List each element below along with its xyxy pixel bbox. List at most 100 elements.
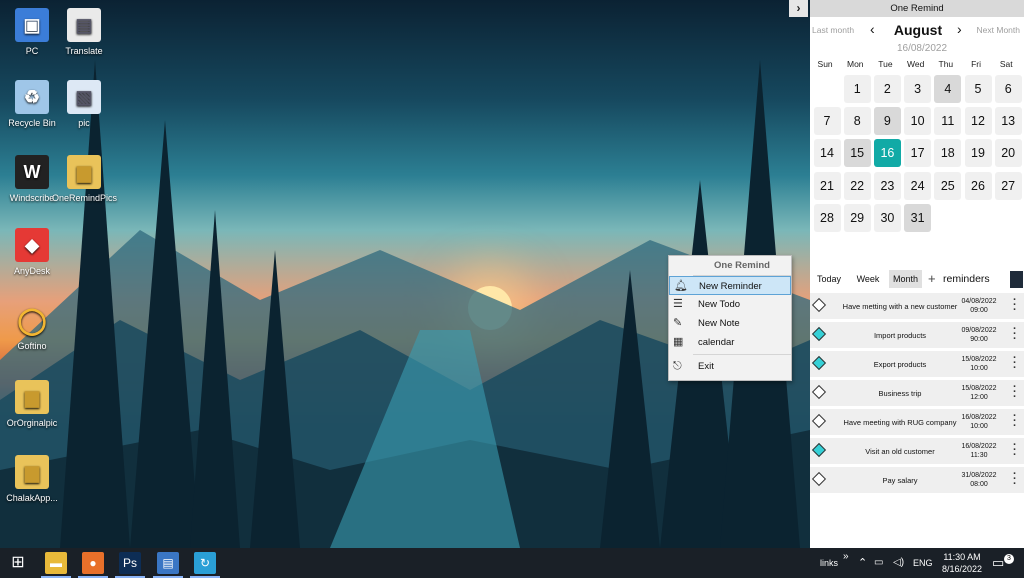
desktop-icon[interactable]: ◯ Goftino: [0, 303, 64, 352]
weekday-label: Wed: [906, 59, 925, 69]
reminder-item[interactable]: Pay salary 31/08/2022 08:00 · · ·: [810, 467, 1024, 493]
file-explorer-icon[interactable]: ▬: [41, 552, 71, 578]
add-reminder-icon[interactable]: +: [928, 270, 936, 287]
calendar-day[interactable]: 4: [934, 75, 962, 103]
more-options-icon[interactable]: · · ·: [1013, 440, 1017, 461]
firefox-icon[interactable]: ●: [78, 552, 108, 578]
view-tabs: Today Week Month + reminders: [810, 270, 1024, 288]
calendar-day[interactable]: 8: [843, 107, 871, 136]
language-indicator[interactable]: ENG: [913, 548, 933, 578]
diamond-checked-icon[interactable]: [811, 355, 827, 371]
reminder-time: 11:30: [970, 452, 988, 459]
reminder-title: Have meeting with RUG company: [843, 417, 957, 427]
desktop-icon[interactable]: ▆ OneRemindPics: [52, 155, 117, 204]
oneremind-icon[interactable]: ↻: [190, 552, 220, 578]
weekday-label: Sat: [999, 59, 1013, 69]
reminder-item[interactable]: Have metting with a new customer 04/08/20…: [810, 293, 1024, 319]
calendar-day[interactable]: 31: [904, 203, 932, 232]
calendar-day[interactable]: 2: [873, 75, 901, 103]
next-month-arrow-icon[interactable]: ›: [957, 21, 962, 37]
reminder-item[interactable]: Visit an old customer 16/08/2022 11:30 · · ·: [810, 438, 1024, 464]
panel-collapse-button[interactable]: ›: [789, 0, 808, 17]
diamond-icon[interactable]: [811, 471, 827, 487]
calendar-day[interactable]: 28: [813, 203, 841, 232]
calendar-day[interactable]: 18: [934, 139, 962, 168]
diamond-checked-icon[interactable]: [811, 326, 827, 342]
reminder-date: 16/08/2022: [961, 414, 997, 421]
menu-item-new-todo[interactable]: ☰ New Todo: [669, 295, 791, 314]
menu-item-new-reminder[interactable]: 🔔︎ New Reminder: [669, 276, 791, 295]
links-chevron-icon[interactable]: »: [843, 542, 849, 572]
calendar-day[interactable]: 12: [964, 107, 992, 136]
calendar-day[interactable]: 13: [994, 107, 1022, 136]
reminder-item[interactable]: Export products 15/08/2022 10:00 · · ·: [810, 351, 1024, 377]
diamond-checked-icon[interactable]: [811, 442, 827, 458]
calendar-day[interactable]: 29: [843, 203, 871, 232]
calendar-day[interactable]: 6: [994, 75, 1022, 103]
calendar-day[interactable]: 25: [934, 171, 962, 200]
diamond-icon[interactable]: [811, 297, 827, 313]
calendar-day[interactable]: 10: [904, 107, 932, 136]
desktop-icon[interactable]: ▧ pic: [52, 80, 116, 129]
reminder-item[interactable]: Have meeting with RUG company 16/08/2022 1…: [810, 409, 1024, 435]
notification-count-badge: 3: [1004, 554, 1014, 564]
calendar-day[interactable]: 3: [904, 75, 932, 103]
calendar-icon: ▦: [673, 336, 684, 348]
calendar-day[interactable]: 21: [813, 171, 841, 200]
desktop-icon[interactable]: ◆ AnyDesk: [0, 228, 64, 277]
diamond-icon[interactable]: [811, 384, 827, 400]
calendar-day[interactable]: 22: [843, 171, 871, 200]
volume-icon[interactable]: ◁): [893, 548, 904, 578]
more-options-icon[interactable]: · · ·: [1013, 295, 1017, 316]
more-options-icon[interactable]: · · ·: [1013, 411, 1017, 432]
text-editor-icon[interactable]: ▤: [153, 552, 183, 578]
more-options-icon[interactable]: · · ·: [1013, 353, 1017, 374]
calendar-day[interactable]: 30: [873, 203, 901, 232]
tab-today[interactable]: Today: [814, 270, 844, 288]
calendar-day[interactable]: 27: [994, 171, 1022, 200]
last-month-link[interactable]: Last month: [812, 25, 854, 35]
calendar-day[interactable]: 23: [873, 171, 901, 200]
calendar-day[interactable]: 14: [813, 139, 841, 168]
menu-item-calendar[interactable]: ▦ calendar: [669, 333, 791, 352]
reminder-datetime: 09/08/2022 90:00: [956, 326, 1002, 344]
notification-center-icon[interactable]: ▭: [992, 548, 1004, 578]
battery-icon[interactable]: ▭: [874, 548, 883, 578]
clock[interactable]: 11:30 AM 8/16/2022: [937, 548, 987, 578]
links-toolbar[interactable]: links: [820, 548, 838, 578]
tab-week[interactable]: Week: [852, 270, 884, 288]
menu-item-new-note[interactable]: ✎ New Note: [669, 314, 791, 333]
reminder-item[interactable]: Import products 09/08/2022 90:00 · · ·: [810, 322, 1024, 348]
calendar-day[interactable]: 1: [843, 75, 871, 103]
tab-month[interactable]: Month: [889, 270, 922, 288]
calendar-day-today[interactable]: 16: [873, 139, 901, 168]
calendar-day[interactable]: 15: [843, 139, 871, 168]
calendar-day[interactable]: 17: [904, 139, 932, 168]
photoshop-icon[interactable]: Ps: [115, 552, 145, 578]
calendar-day[interactable]: 11: [934, 107, 962, 136]
reminder-item[interactable]: Business trip 15/08/2022 12:00 · · ·: [810, 380, 1024, 406]
diamond-icon[interactable]: [811, 413, 827, 429]
calendar-day[interactable]: 5: [964, 75, 992, 103]
more-options-icon[interactable]: · · ·: [1013, 469, 1017, 490]
recycle-bin-icon: ♻: [15, 80, 49, 114]
calendar-day[interactable]: 9: [873, 107, 901, 136]
next-month-link[interactable]: Next Month: [977, 25, 1020, 35]
panel-menu-button[interactable]: [1010, 271, 1023, 288]
more-options-icon[interactable]: · · ·: [1013, 382, 1017, 403]
desktop-icon-label: OrOrginalpic: [6, 418, 58, 428]
calendar-day[interactable]: 20: [994, 139, 1022, 168]
calendar-day[interactable]: 7: [813, 107, 841, 136]
more-options-icon[interactable]: · · ·: [1013, 324, 1017, 345]
desktop-icon[interactable]: ▤ Translate: [52, 8, 116, 57]
prev-month-arrow-icon[interactable]: ‹: [870, 21, 875, 37]
calendar-day[interactable]: 19: [964, 139, 992, 168]
start-button[interactable]: ⊞: [7, 552, 29, 574]
menu-item-exit[interactable]: ⎋ Exit: [669, 357, 791, 376]
desktop-icon[interactable]: ▆ ChalakApp...: [0, 455, 64, 504]
computer-icon: ▣: [15, 8, 49, 42]
desktop-icon[interactable]: ▆ OrOrginalpic: [0, 380, 64, 429]
tray-expand-icon[interactable]: ⌃: [858, 548, 867, 578]
calendar-day[interactable]: 24: [904, 171, 932, 200]
calendar-day[interactable]: 26: [964, 171, 992, 200]
